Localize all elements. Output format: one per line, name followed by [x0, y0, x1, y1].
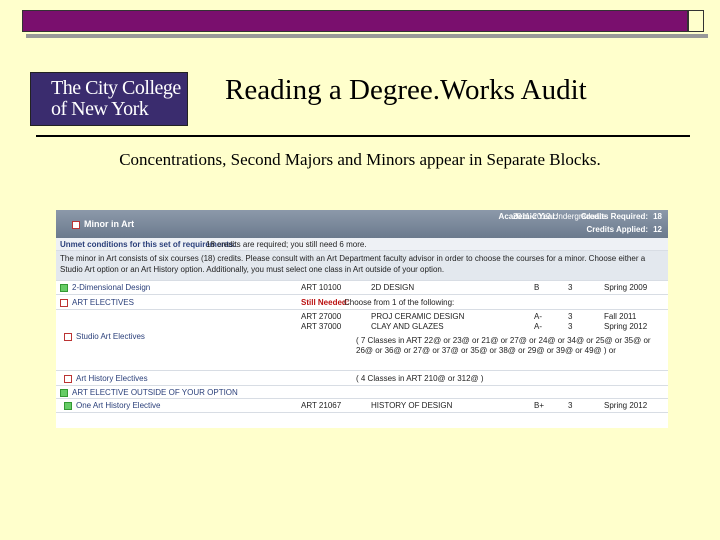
credits-required-value: 18 — [653, 212, 662, 221]
still-needed-label: Still Needed: — [301, 298, 350, 307]
slide-title: Reading a Degree.Works Audit — [225, 74, 587, 106]
unmet-checkbox-icon — [64, 332, 72, 341]
unmet-checkbox-icon — [60, 298, 68, 307]
course-term: Spring 2009 — [604, 283, 648, 292]
course-grade: A- — [534, 312, 542, 321]
top-bar-square — [688, 10, 704, 32]
course-term: Spring 2012 — [604, 322, 648, 331]
requirement-label: ART ELECTIVE OUTSIDE OF YOUR OPTION — [60, 388, 238, 397]
degreeworks-audit-panel: Minor in Art Academic Year: 2011-2012 Un… — [56, 210, 668, 428]
logo-line1: The City College — [51, 77, 181, 99]
requirement-label: Art History Electives — [64, 374, 148, 383]
requirement-label: Studio Art Electives — [64, 332, 145, 341]
course-term: Fall 2011 — [604, 312, 637, 321]
course-title: CLAY AND GLAZES — [371, 322, 444, 331]
requirement-row-outside[interactable]: ART ELECTIVE OUTSIDE OF YOUR OPTION — [56, 386, 668, 399]
requirement-row-2d[interactable]: 2-Dimensional Design ART 10100 2D DESIGN… — [56, 281, 668, 295]
complete-check-icon — [60, 388, 68, 397]
course-grade: B — [534, 283, 540, 292]
course-grade: A- — [534, 322, 542, 331]
course-options: ( 4 Classes in ART 210@ or 312@ ) — [356, 374, 484, 383]
top-bar-shadow — [26, 34, 708, 38]
unmet-checkbox-icon — [64, 374, 72, 383]
credits-applied-label: Credits Applied: — [586, 225, 648, 234]
title-divider — [36, 135, 690, 137]
course-code: ART 37000 — [301, 322, 342, 331]
requirement-row-studio[interactable]: Studio Art Electives ART 27000 PROJ CERA… — [56, 310, 668, 371]
audit-block-header[interactable]: Minor in Art Academic Year: 2011-2012 Un… — [56, 210, 668, 238]
course-title: HISTORY OF DESIGN — [371, 401, 453, 410]
course-title: 2D DESIGN — [371, 283, 415, 292]
requirement-label: ART ELECTIVES — [60, 298, 134, 307]
credits-required-label: Credits Required: — [580, 212, 648, 221]
course-code: ART 10100 — [301, 283, 342, 292]
slide-subtitle: Concentrations, Second Majors and Minors… — [119, 150, 601, 169]
logo-line2: of New York — [51, 98, 149, 120]
unmet-text: 18 credits are required; you still need … — [206, 240, 367, 249]
unmet-checkbox-icon — [72, 220, 80, 229]
complete-check-icon — [64, 401, 72, 410]
city-college-logo: The City College of New York — [30, 72, 188, 126]
complete-check-icon — [60, 283, 68, 292]
top-decorative-bar — [22, 10, 708, 38]
course-credits: 3 — [568, 401, 573, 410]
minor-description: The minor in Art consists of six courses… — [56, 251, 668, 281]
requirement-row-one-art[interactable]: One Art History Elective ART 21067 HISTO… — [56, 399, 668, 413]
credits-applied-value: 12 — [653, 225, 662, 234]
block-title: Minor in Art — [72, 219, 134, 229]
unmet-conditions-row: Unmet conditions for this set of require… — [56, 238, 668, 251]
course-code: ART 21067 — [301, 401, 342, 410]
course-credits: 3 — [568, 322, 573, 331]
course-options: ( 7 Classes in ART 22@ or 23@ or 21@ or … — [356, 336, 651, 355]
requirement-row-electives[interactable]: ART ELECTIVES Still Needed: Choose from … — [56, 295, 668, 310]
course-grade: B+ — [534, 401, 545, 410]
requirement-row-history[interactable]: Art History Electives ( 4 Classes in ART… — [56, 371, 668, 386]
course-credits: 3 — [568, 312, 573, 321]
requirement-label: One Art History Elective — [64, 401, 160, 410]
top-bar-fill — [22, 10, 688, 32]
course-code: ART 27000 — [301, 312, 342, 321]
course-term: Spring 2012 — [604, 401, 648, 410]
course-credits: 3 — [568, 283, 573, 292]
course-title: PROJ CERAMIC DESIGN — [371, 312, 465, 321]
choose-text: Choose from 1 of the following: — [344, 298, 455, 307]
requirement-label: 2-Dimensional Design — [60, 283, 150, 292]
